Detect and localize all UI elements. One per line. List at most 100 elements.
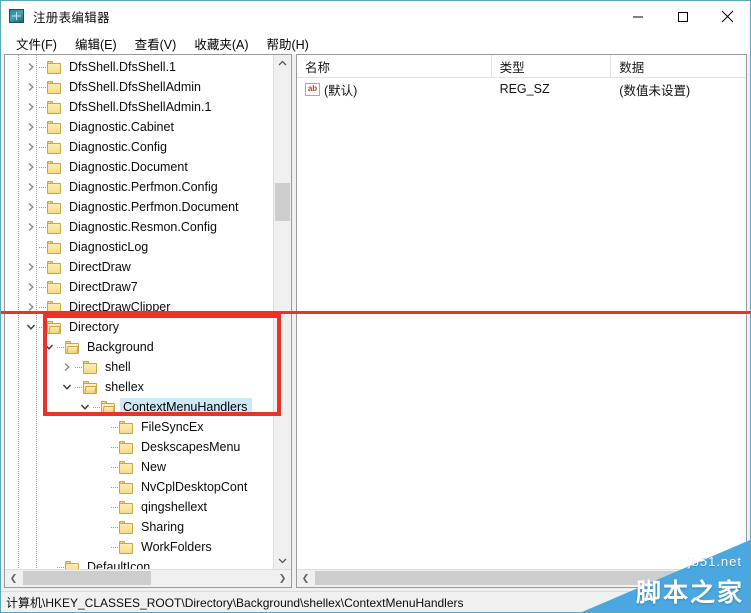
tree-item[interactable]: FileSyncEx xyxy=(5,417,291,437)
tree-item[interactable]: DfsShell.DfsShell.1 xyxy=(5,57,291,77)
tree-scroll-thumb[interactable] xyxy=(275,183,290,221)
chevron-right-icon[interactable] xyxy=(23,79,39,95)
minimize-button[interactable] xyxy=(615,1,660,32)
folder-icon xyxy=(119,540,134,554)
tree-item[interactable]: WorkFolders xyxy=(5,537,291,557)
close-button[interactable] xyxy=(705,1,750,32)
tree-item[interactable]: Diagnostic.Resmon.Config xyxy=(5,217,291,237)
tree-item[interactable]: DiagnosticLog xyxy=(5,237,291,257)
cell-name-text: (默认) xyxy=(324,83,358,98)
cell-name: ab (默认) xyxy=(297,78,492,100)
chevron-right-icon[interactable] xyxy=(23,139,39,155)
tree-item[interactable]: Diagnostic.Perfmon.Config xyxy=(5,177,291,197)
tree-connector xyxy=(111,506,119,508)
tree-item-label: Diagnostic.Config xyxy=(69,140,167,154)
chevron-right-icon[interactable] xyxy=(23,119,39,135)
chevron-right-icon[interactable] xyxy=(23,179,39,195)
chevron-right-icon[interactable] xyxy=(23,59,39,75)
tree-connector xyxy=(39,166,47,168)
tree-connector xyxy=(111,546,119,548)
tree-hscroll-thumb[interactable] xyxy=(23,571,151,585)
folder-icon xyxy=(119,480,134,494)
menu-help[interactable]: 帮助(H) xyxy=(257,32,317,55)
column-header-data[interactable]: 数据 xyxy=(611,55,746,77)
tree-connector xyxy=(111,466,119,468)
scroll-up-button[interactable] xyxy=(274,55,291,72)
folder-icon xyxy=(47,100,62,114)
tree-connector xyxy=(39,146,47,148)
tree-item[interactable]: Diagnostic.Config xyxy=(5,137,291,157)
tree-item[interactable]: Diagnostic.Cabinet xyxy=(5,117,291,137)
folder-icon xyxy=(65,340,80,354)
tree-item[interactable]: shell xyxy=(5,357,291,377)
chevron-right-icon[interactable] xyxy=(23,279,39,295)
list-body[interactable]: ab (默认) REG_SZ (数值未设置) xyxy=(297,78,746,569)
table-row[interactable]: ab (默认) REG_SZ (数值未设置) xyxy=(297,78,746,100)
tree-item[interactable]: DfsShell.DfsShellAdmin.1 xyxy=(5,97,291,117)
tree-item-label: Diagnostic.Perfmon.Document xyxy=(69,200,239,214)
tree-item[interactable]: DirectDraw xyxy=(5,257,291,277)
scroll-right-button[interactable]: ❯ xyxy=(274,570,291,586)
chevron-right-icon[interactable] xyxy=(23,99,39,115)
menu-view[interactable]: 查看(V) xyxy=(126,32,186,55)
tree-connector xyxy=(39,66,47,68)
chevron-down-icon[interactable] xyxy=(59,379,75,395)
cell-type: REG_SZ xyxy=(499,82,550,96)
scroll-left-button[interactable]: ❮ xyxy=(5,570,22,586)
column-header-type[interactable]: 类型 xyxy=(492,55,612,77)
tree-item[interactable]: qingshellext xyxy=(5,497,291,517)
tree-item[interactable]: DirectDraw7 xyxy=(5,277,291,297)
chevron-right-icon[interactable] xyxy=(23,259,39,275)
chevron-right-icon[interactable] xyxy=(23,159,39,175)
folder-icon xyxy=(47,180,62,194)
maximize-button[interactable] xyxy=(660,1,705,32)
folder-icon xyxy=(119,440,134,454)
chevron-right-icon[interactable] xyxy=(59,359,75,375)
tree-connector xyxy=(39,266,47,268)
tree-item[interactable]: DeskscapesMenu xyxy=(5,437,291,457)
annotation-divider-line xyxy=(1,311,751,314)
tree-item[interactable]: Background xyxy=(5,337,291,357)
tree-item[interactable]: Sharing xyxy=(5,517,291,537)
folder-icon xyxy=(47,280,62,294)
folder-icon xyxy=(47,80,62,94)
tree-item[interactable]: New xyxy=(5,457,291,477)
tree-connector xyxy=(39,186,47,188)
folder-icon xyxy=(119,460,134,474)
tree-item-label: DeskscapesMenu xyxy=(141,440,241,454)
folder-icon xyxy=(47,320,62,334)
tree-item-label: DiagnosticLog xyxy=(69,240,149,254)
tree-item[interactable]: Directory xyxy=(5,317,291,337)
status-path: 计算机\HKEY_CLASSES_ROOT\Directory\Backgrou… xyxy=(6,595,464,610)
chevron-down-icon[interactable] xyxy=(77,399,93,415)
menu-favorites[interactable]: 收藏夹(A) xyxy=(185,32,257,55)
chevron-right-icon[interactable] xyxy=(23,199,39,215)
tree-item[interactable]: Diagnostic.Document xyxy=(5,157,291,177)
tree-item[interactable]: DefaultIcon xyxy=(5,557,291,569)
folder-icon xyxy=(47,240,62,254)
tree-item[interactable]: DfsShell.DfsShellAdmin xyxy=(5,77,291,97)
values-hscroll-thumb[interactable] xyxy=(315,571,718,585)
tree-item[interactable]: NvCplDesktopCont xyxy=(5,477,291,497)
tree-connector xyxy=(111,446,119,448)
tree-item[interactable]: Diagnostic.Perfmon.Document xyxy=(5,197,291,217)
column-header-name[interactable]: 名称 xyxy=(297,55,492,77)
menu-file[interactable]: 文件(F) xyxy=(7,32,66,55)
tree-horizontal-scrollbar[interactable]: ❮ ❯ xyxy=(5,569,291,587)
values-scroll-left-button[interactable]: ❮ xyxy=(297,570,314,586)
window-controls xyxy=(615,1,750,32)
values-horizontal-scrollbar[interactable]: ❮ xyxy=(297,569,746,587)
chevron-right-icon[interactable] xyxy=(23,219,39,235)
tree-connector xyxy=(111,426,119,428)
tree-item[interactable]: DirectDrawClipper xyxy=(5,297,291,317)
chevron-down-icon[interactable] xyxy=(41,339,57,355)
chevron-down-icon[interactable] xyxy=(23,319,39,335)
menu-edit[interactable]: 编辑(E) xyxy=(66,32,126,55)
tree-item-label: WorkFolders xyxy=(141,540,212,554)
tree-item[interactable]: shellex xyxy=(5,377,291,397)
tree-item[interactable]: ContextMenuHandlers xyxy=(5,397,291,417)
scroll-down-button[interactable] xyxy=(274,552,291,569)
